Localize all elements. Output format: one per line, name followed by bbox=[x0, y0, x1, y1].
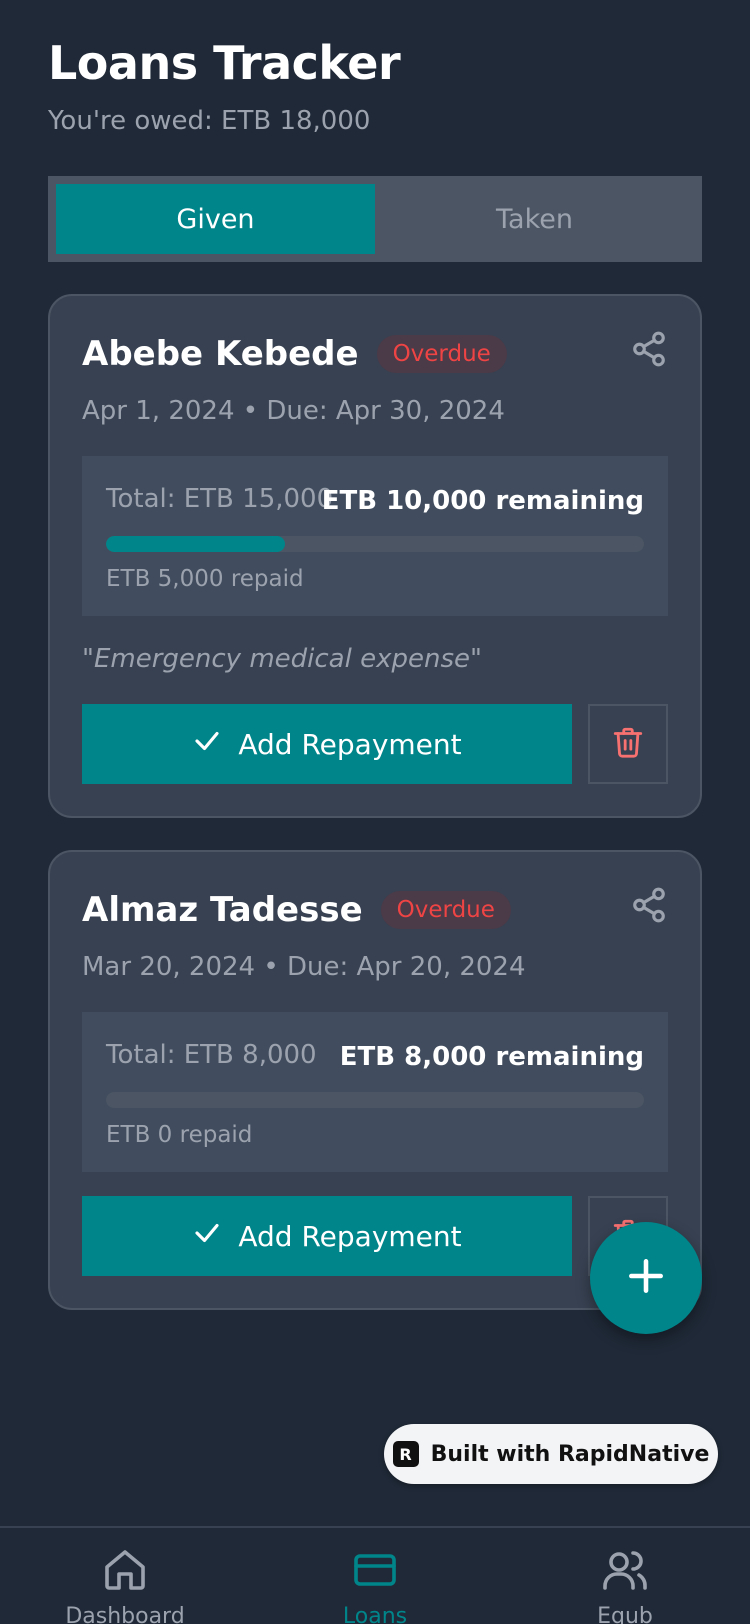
progress-bar-fill bbox=[106, 536, 286, 552]
share-icon[interactable] bbox=[630, 886, 668, 924]
loan-type-tabs: Given Taken bbox=[48, 176, 702, 262]
loan-total: Total: ETB 15,000 bbox=[106, 484, 334, 514]
nav-item-loans[interactable]: Loans bbox=[250, 1528, 500, 1624]
progress-bar bbox=[106, 1092, 644, 1108]
repayment-progress: Total: ETB 8,000 ETB 8,000 remaining ETB… bbox=[82, 1012, 668, 1172]
loans-tracker-screen: Loans Tracker You're owed: ETB 18,000 Gi… bbox=[0, 0, 750, 1624]
loan-repaid: ETB 0 repaid bbox=[106, 1122, 253, 1148]
owed-summary: You're owed: ETB 18,000 bbox=[48, 106, 371, 136]
nav-item-dashboard[interactable]: Dashboard bbox=[0, 1528, 250, 1624]
add-repayment-label: Add Repayment bbox=[238, 1219, 462, 1253]
built-with-badge[interactable]: R Built with RapidNative bbox=[384, 1424, 718, 1484]
page-title: Loans Tracker bbox=[48, 36, 401, 90]
loan-dates: Mar 20, 2024 • Due: Apr 20, 2024 bbox=[82, 952, 526, 982]
nav-item-equb[interactable]: Equb bbox=[500, 1528, 750, 1624]
loan-header: Almaz Tadesse Overdue bbox=[82, 890, 511, 930]
borrower-name: Almaz Tadesse bbox=[82, 890, 363, 930]
plus-icon bbox=[624, 1254, 668, 1302]
nav-label-equb: Equb bbox=[597, 1604, 653, 1624]
status-badge: Overdue bbox=[380, 891, 511, 929]
share-icon[interactable] bbox=[630, 330, 668, 368]
loan-remaining: ETB 10,000 remaining bbox=[321, 486, 644, 516]
add-repayment-button[interactable]: Add Repayment bbox=[82, 1196, 572, 1276]
add-loan-button[interactable] bbox=[590, 1222, 702, 1334]
loan-note: "Emergency medical expense" bbox=[82, 644, 482, 674]
check-icon bbox=[192, 726, 222, 763]
rapidnative-logo-icon: R bbox=[392, 1441, 419, 1467]
add-repayment-label: Add Repayment bbox=[238, 727, 462, 761]
check-icon bbox=[192, 1218, 222, 1255]
repayment-progress: Total: ETB 15,000 ETB 10,000 remaining E… bbox=[82, 456, 668, 616]
tab-given[interactable]: Given bbox=[56, 184, 375, 254]
loan-repaid: ETB 5,000 repaid bbox=[106, 566, 304, 592]
users-icon bbox=[601, 1546, 649, 1594]
status-badge: Overdue bbox=[376, 335, 507, 373]
bottom-navigation: Dashboard Loans Equb bbox=[0, 1526, 750, 1624]
card-icon bbox=[351, 1546, 399, 1594]
loan-card: Abebe Kebede Overdue Apr 1, 2024 • Due: … bbox=[48, 294, 702, 818]
loan-header: Abebe Kebede Overdue bbox=[82, 334, 507, 374]
loan-total: Total: ETB 8,000 bbox=[106, 1040, 317, 1070]
borrower-name: Abebe Kebede bbox=[82, 334, 359, 374]
add-repayment-button[interactable]: Add Repayment bbox=[82, 704, 572, 784]
tab-taken[interactable]: Taken bbox=[375, 184, 694, 254]
nav-label-dashboard: Dashboard bbox=[65, 1604, 185, 1624]
loan-dates: Apr 1, 2024 • Due: Apr 30, 2024 bbox=[82, 396, 505, 426]
trash-icon bbox=[611, 725, 645, 763]
home-icon bbox=[101, 1546, 149, 1594]
loan-remaining: ETB 8,000 remaining bbox=[339, 1042, 644, 1072]
built-with-label: Built with RapidNative bbox=[430, 1441, 710, 1467]
nav-label-loans: Loans bbox=[342, 1604, 408, 1624]
progress-bar bbox=[106, 536, 644, 552]
delete-button[interactable] bbox=[588, 704, 668, 784]
